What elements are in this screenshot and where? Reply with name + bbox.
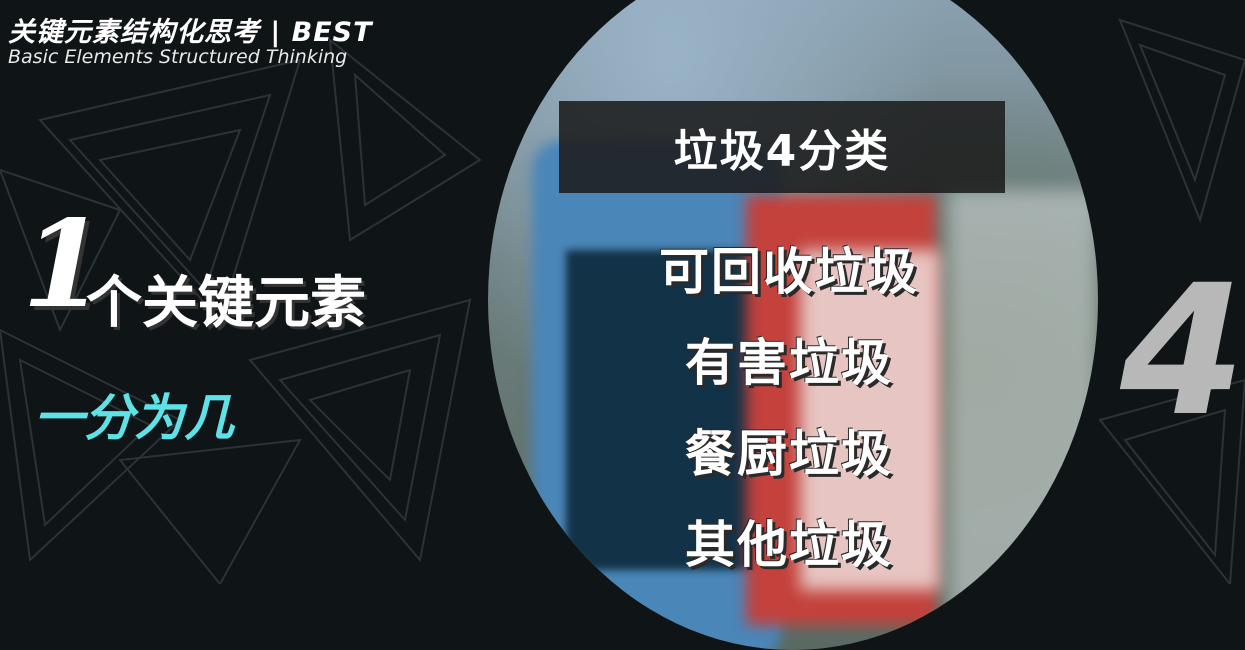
category-title-bar: 垃圾4分类 [559,101,1005,193]
category-item-other: 其他垃圾 [685,516,893,574]
tagline: 一分为几 [34,389,234,447]
category-list: 可回收垃圾 有害垃圾 餐厨垃圾 其他垃圾 [559,232,1019,596]
brand-title: 关键元素结构化思考 | BEST [8,17,373,48]
category-count-number: 4 [1120,247,1245,456]
category-title: 垃圾4分类 [673,126,891,177]
brand-subtitle: Basic Elements Structured Thinking [8,46,348,68]
category-item-hazardous: 有害垃圾 [685,334,893,392]
key-element-label: 个关键元素 [86,271,366,336]
category-item-kitchen: 餐厨垃圾 [685,425,893,483]
category-item-recyclable: 可回收垃圾 [659,243,919,301]
